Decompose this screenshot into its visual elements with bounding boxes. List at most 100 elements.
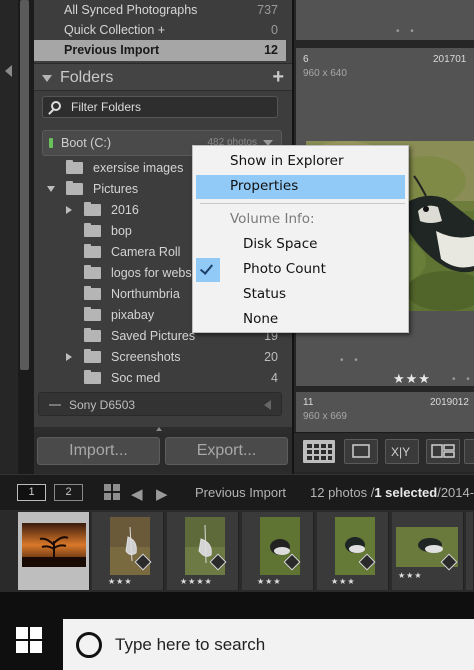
device-label: Sony D6503 [69, 398, 136, 412]
folder-label: exersise images [93, 161, 184, 175]
people-view-icon[interactable] [464, 439, 474, 464]
cell-number: 6 [303, 54, 309, 65]
filter-folders-field[interactable] [42, 96, 278, 118]
expand-right-icon[interactable] [66, 206, 72, 214]
folder-label: Soc med [111, 371, 161, 385]
expand-right-icon[interactable] [66, 353, 72, 361]
menu-item-show-in-explorer[interactable]: Show in Explorer [196, 150, 405, 174]
folder-icon [66, 181, 83, 195]
filmstrip-thumb[interactable] [466, 512, 474, 590]
menu-item-properties[interactable]: Properties [196, 175, 405, 199]
volume-name: Boot (C:) [61, 136, 112, 150]
menu-label: Properties [230, 178, 299, 194]
folder-icon [84, 349, 101, 363]
chevron-left-icon[interactable] [264, 400, 271, 410]
folder-item-screenshots[interactable]: Screenshots 20 [40, 347, 284, 368]
left-panel-scrollbar[interactable] [20, 0, 29, 370]
volume-status-led-icon [49, 138, 53, 148]
collection-count: 0 [271, 23, 278, 37]
secondary-monitor-button[interactable]: 2 [54, 484, 83, 501]
collapse-left-arrow-icon[interactable] [5, 65, 12, 77]
survey-view-icon[interactable] [426, 439, 460, 464]
menu-label: None [243, 311, 279, 327]
search-icon [51, 101, 61, 111]
collection-count: 12 [264, 43, 278, 57]
menu-item-disk-space[interactable]: Disk Space [196, 233, 405, 257]
menu-item-photo-count[interactable]: Photo Count [196, 258, 405, 282]
menu-item-volume-info: Volume Info: [196, 208, 405, 232]
folder-icon [66, 160, 83, 174]
collection-label: All Synced Photographs [64, 3, 198, 17]
folder-label: Camera Roll [111, 245, 181, 259]
folder-icon [84, 265, 101, 279]
primary-monitor-button[interactable]: 1 [17, 484, 46, 501]
folder-icon [84, 370, 101, 384]
folder-label: logos for webs [111, 266, 192, 280]
cell-date: 2019012 [430, 397, 469, 408]
grid-icon[interactable] [104, 484, 120, 500]
grid-cell-top-previous[interactable] [296, 0, 474, 40]
collection-quick[interactable]: Quick Collection + 0 [34, 20, 286, 41]
cortana-icon[interactable] [76, 632, 102, 658]
thumb-rating: ★★★★ [180, 577, 213, 586]
filmstrip-photo-count: 12 photos / [310, 485, 375, 500]
menu-label: Status [243, 286, 287, 302]
folder-item-soc-med[interactable]: Soc med 4 [40, 368, 284, 389]
export-button[interactable]: Export... [165, 437, 288, 465]
folder-label: bop [111, 224, 132, 238]
menu-label: Photo Count [243, 261, 326, 277]
cell-date: 201701 [433, 54, 467, 65]
folder-icon [84, 307, 101, 321]
filter-folders-input[interactable] [71, 99, 271, 115]
collapse-triangle-icon[interactable] [42, 75, 52, 82]
folder-icon [84, 202, 101, 216]
left-panel-edge[interactable] [0, 0, 18, 474]
import-button[interactable]: Import... [37, 437, 160, 465]
menu-label: Show in Explorer [230, 153, 344, 169]
folder-label: Pictures [93, 182, 139, 196]
windows-start-icon[interactable] [16, 627, 42, 653]
add-folder-icon[interactable]: + [272, 66, 284, 89]
collection-previous-import[interactable]: Previous Import 12 [34, 40, 286, 61]
folders-panel-header[interactable]: Folders + [34, 63, 292, 91]
filmstrip-selected-count: 1 selected [374, 485, 438, 500]
menu-label: Volume Info: [230, 211, 315, 227]
thumb-rating: ★★★ [398, 571, 423, 580]
thumb-sunset-image [22, 523, 86, 567]
menu-item-none[interactable]: None [196, 308, 405, 332]
filmstrip-path: /2014- [437, 485, 474, 500]
thumb-rating: ★★★ [331, 577, 356, 586]
forward-arrow-icon[interactable]: ▶ [156, 485, 168, 503]
folder-icon [84, 286, 101, 300]
menu-label: Disk Space [243, 236, 318, 252]
compare-view-icon[interactable]: X|Y [385, 439, 419, 464]
taskbar-search-placeholder[interactable]: Type here to search [115, 635, 265, 655]
folder-count: 4 [271, 371, 278, 385]
cell-rating[interactable]: ★★★ [393, 371, 431, 387]
thumb-rating: ★★★ [257, 577, 282, 586]
grid-view-icon[interactable] [302, 439, 336, 464]
folder-count: 20 [264, 350, 278, 364]
folder-label: Saved Pictures [111, 329, 196, 343]
menu-item-status[interactable]: Status [196, 283, 405, 307]
back-arrow-icon[interactable]: ◀ [131, 485, 143, 503]
device-sony[interactable]: Sony D6503 [38, 392, 282, 416]
collection-label: Previous Import [64, 43, 160, 57]
folder-icon [84, 223, 101, 237]
cell-dimensions: 960 x 640 [303, 68, 347, 79]
folder-label: Screenshots [111, 350, 181, 364]
filmstrip-source[interactable]: Previous Import [195, 485, 286, 500]
folder-label: pixabay [111, 308, 155, 322]
cell-number: 11 [303, 397, 314, 408]
folder-label: 2016 [111, 203, 139, 217]
expand-down-icon[interactable] [47, 186, 55, 192]
cell-dots: • • [452, 374, 474, 385]
svg-text:X|Y: X|Y [391, 445, 410, 459]
cell-dimensions: 960 x 669 [303, 411, 347, 422]
folder-label: Northumbria [111, 287, 180, 301]
collection-all-synced[interactable]: All Synced Photographs 737 [34, 0, 286, 21]
cell-dots: • • [340, 355, 362, 366]
folder-icon [84, 244, 101, 258]
thumb-rating: ★★★ [108, 577, 133, 586]
loupe-view-icon[interactable] [344, 439, 378, 464]
